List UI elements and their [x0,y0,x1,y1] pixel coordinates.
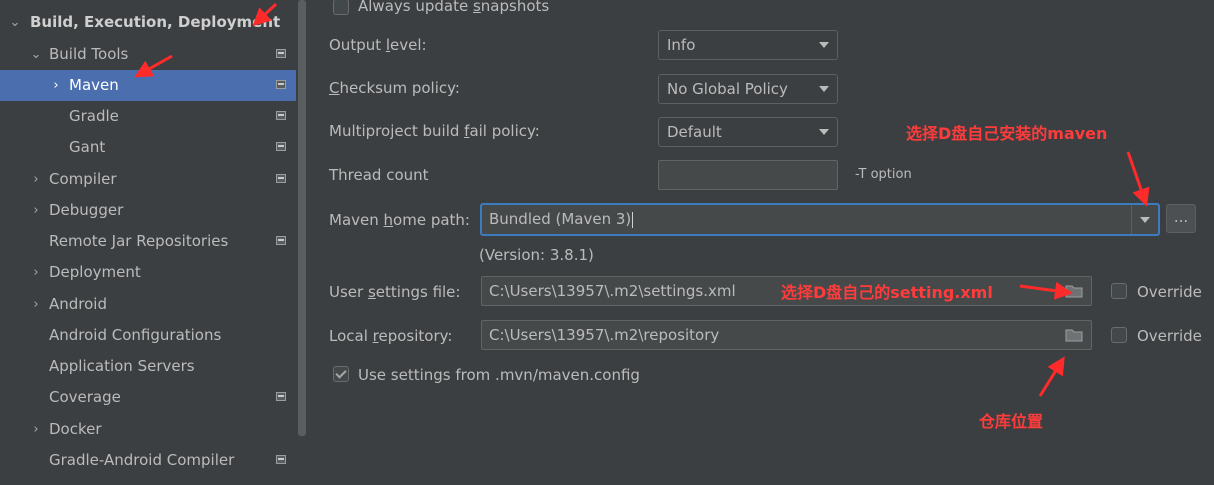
folder-icon[interactable] [1065,284,1083,298]
tree-item-label: Coverage [49,388,121,406]
tree-item-gradle-android-compiler[interactable]: Gradle-Android Compiler [0,445,296,476]
user-settings-override-checkbox[interactable] [1111,283,1127,299]
maven-home-path-label: Maven home path: [329,211,470,229]
checksum-policy-dropdown[interactable]: No Global Policy [658,74,838,104]
output-level-dropdown[interactable]: Info [658,30,838,60]
project-settings-icon [276,236,286,245]
tree-item-label: Application Servers [49,357,195,375]
tree-item-android[interactable]: › Android [0,289,296,320]
chevron-right-icon[interactable]: › [29,257,43,288]
tree-item-android-configurations[interactable]: Android Configurations [0,320,296,351]
local-repository-override-checkbox[interactable] [1111,327,1127,343]
checksum-policy-value: No Global Policy [667,80,788,98]
thread-count-input[interactable] [658,160,838,190]
tree-item-gradle[interactable]: Gradle [0,101,296,132]
text-caret [632,211,634,228]
folder-icon[interactable] [1065,328,1083,342]
chevron-down-icon[interactable]: ⌄ [29,39,43,70]
annotation-repository: 仓库位置 [979,412,1044,431]
multiproject-fail-policy-value: Default [667,123,722,141]
use-mvn-config-checkbox[interactable] [333,366,349,382]
tree-item-build-tools[interactable]: ⌄ Build Tools [0,39,296,70]
always-update-snapshots-checkbox[interactable] [333,0,349,15]
tree-item-label: Android Configurations [49,326,222,344]
maven-home-path-dropdown-button[interactable] [1131,205,1158,234]
maven-settings-panel: Always update snapshots Output level: In… [308,0,1214,485]
tree-item-compiler[interactable]: › Compiler [0,164,296,195]
thread-count-label: Thread count [329,166,429,184]
maven-home-browse-button[interactable]: ... [1166,204,1196,233]
project-settings-icon [276,392,286,401]
tree-item-label: Debugger [49,201,124,219]
sidebar-scrollbar-thumb[interactable] [298,0,306,436]
tree-item-label: Gradle [69,107,119,125]
project-settings-icon [276,142,286,151]
tree-item-label: Gradle-Android Compiler [49,451,235,469]
tree-item-deployment[interactable]: › Deployment [0,257,296,288]
local-repository-value: C:\Users\13957\.m2\repository [489,326,720,344]
local-repository-override-label: Override [1137,327,1202,345]
tree-item-label: Compiler [49,170,117,188]
multiproject-fail-policy-label: Multiproject build fail policy: [329,122,540,140]
project-settings-icon [276,111,286,120]
tree-item-docker[interactable]: › Docker [0,414,296,445]
local-repository-label: Local repository: [329,327,453,345]
dropdown-arrow-icon [819,86,829,92]
maven-home-path-combo[interactable]: Bundled (Maven 3) [480,203,1160,236]
project-settings-icon [276,80,286,89]
chevron-down-icon[interactable]: ⌄ [8,7,22,38]
tree-item-application-servers[interactable]: Application Servers [0,351,296,382]
dropdown-arrow-icon [1140,217,1150,223]
settings-tree: ⌄ Build, Execution, Deployment ⌄ Build T… [0,0,296,485]
dropdown-arrow-icon [819,129,829,135]
tree-item-label: Gant [69,138,106,156]
tree-item-label: Deployment [49,263,141,281]
tree-item-gant[interactable]: Gant [0,132,296,163]
chevron-right-icon[interactable]: › [29,195,43,226]
chevron-right-icon[interactable]: › [29,164,43,195]
tree-item-label: Build, Execution, Deployment [30,13,281,31]
tree-item-label: Build Tools [49,45,129,63]
tree-item-label: Maven [69,76,119,94]
project-settings-icon [276,455,286,464]
user-settings-file-value: C:\Users\13957\.m2\settings.xml [489,282,736,300]
use-mvn-config-label: Use settings from .mvn/maven.config [358,366,640,384]
annotation-maven-home: 选择D盘自己安装的maven [906,124,1108,143]
tree-item-remote-jar-repositories[interactable]: Remote Jar Repositories [0,226,296,257]
tree-item-label: Remote Jar Repositories [49,232,229,250]
user-settings-override-label: Override [1137,283,1202,301]
checksum-policy-label: Checksum policy: [329,79,460,97]
annotation-settings-file: 选择D盘自己的setting.xml [781,283,993,302]
thread-count-hint: -T option [855,167,912,182]
tree-item-label: Docker [49,420,102,438]
tree-item-build-execution-deployment[interactable]: ⌄ Build, Execution, Deployment [0,7,296,38]
project-settings-icon [276,174,286,183]
tree-item-coverage[interactable]: Coverage [0,382,296,413]
output-level-value: Info [667,36,696,54]
chevron-right-icon[interactable]: › [29,414,43,445]
tree-item-label: Android [49,295,107,313]
local-repository-input[interactable]: C:\Users\13957\.m2\repository [481,320,1092,350]
chevron-right-icon[interactable]: › [29,289,43,320]
maven-version-text: (Version: 3.8.1) [479,246,594,264]
project-settings-icon [276,49,286,58]
tree-item-maven[interactable]: › Maven [0,70,296,101]
maven-home-path-value: Bundled (Maven 3) [489,210,632,228]
user-settings-file-label: User settings file: [329,283,461,301]
tree-item-debugger[interactable]: › Debugger [0,195,296,226]
output-level-label: Output level: [329,36,427,54]
multiproject-fail-policy-dropdown[interactable]: Default [658,117,838,147]
dropdown-arrow-icon [819,42,829,48]
always-update-snapshots-label: Always update snapshots [358,0,550,15]
chevron-right-icon[interactable]: › [49,70,63,101]
